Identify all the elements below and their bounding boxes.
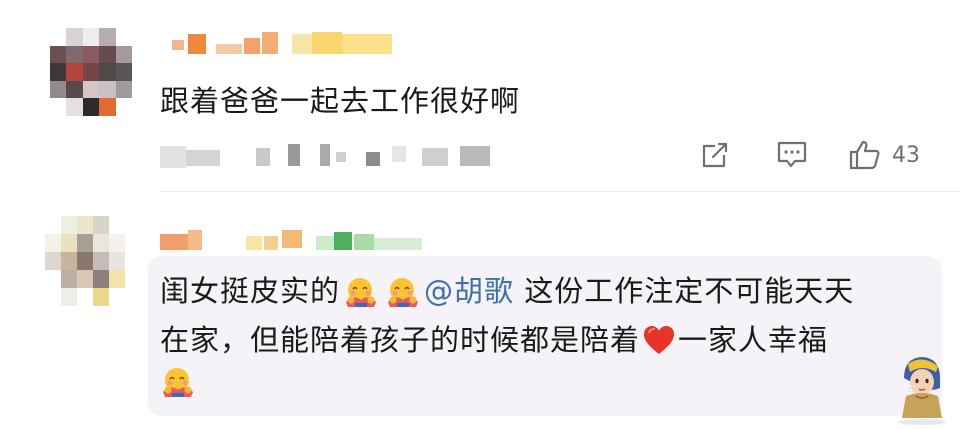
username-blurred[interactable] bbox=[160, 32, 400, 56]
thumbs-up-icon bbox=[849, 140, 880, 170]
comment-actions: 43 bbox=[700, 138, 920, 172]
repost-button[interactable] bbox=[700, 140, 744, 170]
comment-text-line: 闺女挺皮实的 @胡歌 这份工作注定不可能天天 bbox=[160, 268, 854, 310]
divider bbox=[160, 191, 960, 192]
mention-link[interactable]: @胡歌 bbox=[424, 274, 514, 308]
share-icon bbox=[702, 142, 728, 168]
girl-with-pearl-earring-sticker bbox=[898, 357, 946, 425]
comment-meta-blurred bbox=[160, 144, 490, 168]
comment-text-segment: 一家人幸福 bbox=[678, 323, 829, 357]
like-count: 43 bbox=[892, 142, 920, 168]
reply-button[interactable] bbox=[776, 140, 820, 170]
red-heart-emoji bbox=[644, 326, 675, 354]
avatar[interactable] bbox=[45, 216, 125, 306]
comment-text: 跟着爸爸一起去工作很好啊 bbox=[160, 84, 521, 118]
comment-icon bbox=[777, 141, 807, 168]
hugging-face-emoji bbox=[163, 368, 193, 397]
hugging-face-emoji bbox=[388, 278, 419, 307]
comment-text-segment: 在家，但能陪着孩子的时候都是陪着 bbox=[160, 323, 641, 357]
comment-text-segment: 闺女挺皮实的 bbox=[160, 274, 341, 308]
comment-text-line: 在家，但能陪着孩子的时候都是陪着 一家人幸福 bbox=[160, 317, 828, 359]
hugging-face-emoji bbox=[346, 278, 377, 307]
comment-text-segment: 这份工作注定不可能天天 bbox=[514, 274, 855, 308]
like-button[interactable]: 43 bbox=[848, 139, 920, 171]
avatar[interactable] bbox=[50, 28, 132, 116]
username-blurred[interactable] bbox=[160, 226, 440, 254]
comment-text-line bbox=[160, 364, 199, 398]
